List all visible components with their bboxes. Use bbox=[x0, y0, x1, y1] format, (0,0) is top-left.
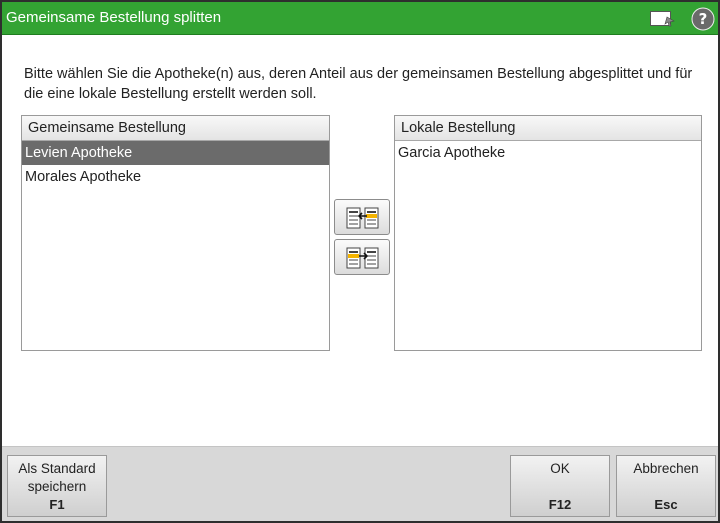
ok-label: OK bbox=[550, 461, 570, 476]
cancel-label: Abbrechen bbox=[633, 461, 699, 476]
dialog-title: Gemeinsame Bestellung splitten bbox=[6, 9, 222, 26]
ok-button[interactable]: OK F12 bbox=[510, 455, 610, 517]
help-icon[interactable]: ? bbox=[691, 7, 715, 31]
local-order-list-header: Lokale Bestellung bbox=[395, 116, 701, 141]
cancel-button[interactable]: Abbrechen Esc bbox=[616, 455, 716, 517]
list-item[interactable]: Morales Apotheke bbox=[22, 165, 329, 189]
move-to-local-button[interactable] bbox=[334, 239, 390, 275]
list-item[interactable]: Garcia Apotheke bbox=[395, 141, 701, 165]
monitor-icon[interactable] bbox=[650, 11, 676, 27]
footer-bar: Als Standard speichern F1 OK F12 Abbrech… bbox=[2, 446, 718, 521]
list-item[interactable]: Levien Apotheke bbox=[22, 141, 329, 165]
save-as-default-label: Als Standard speichern bbox=[18, 461, 96, 494]
shared-order-list-header: Gemeinsame Bestellung bbox=[22, 116, 329, 141]
move-left-icon bbox=[346, 207, 379, 229]
instruction-text: Bitte wählen Sie die Apotheke(n) aus, de… bbox=[24, 66, 693, 102]
svg-text:?: ? bbox=[699, 10, 708, 28]
title-bar: Gemeinsame Bestellung splitten ? bbox=[2, 2, 718, 35]
save-as-default-button[interactable]: Als Standard speichern F1 bbox=[7, 455, 107, 517]
local-order-list[interactable]: Lokale Bestellung Garcia Apotheke bbox=[394, 115, 702, 351]
shared-order-list[interactable]: Gemeinsame Bestellung Levien Apotheke Mo… bbox=[21, 115, 330, 351]
move-to-shared-button[interactable] bbox=[334, 199, 390, 235]
cancel-key: Esc bbox=[654, 497, 678, 512]
move-right-icon bbox=[346, 247, 379, 269]
dialog-window: Gemeinsame Bestellung splitten ? Bitte w… bbox=[0, 0, 720, 523]
ok-key: F12 bbox=[548, 497, 572, 512]
save-as-default-key: F1 bbox=[49, 497, 65, 512]
